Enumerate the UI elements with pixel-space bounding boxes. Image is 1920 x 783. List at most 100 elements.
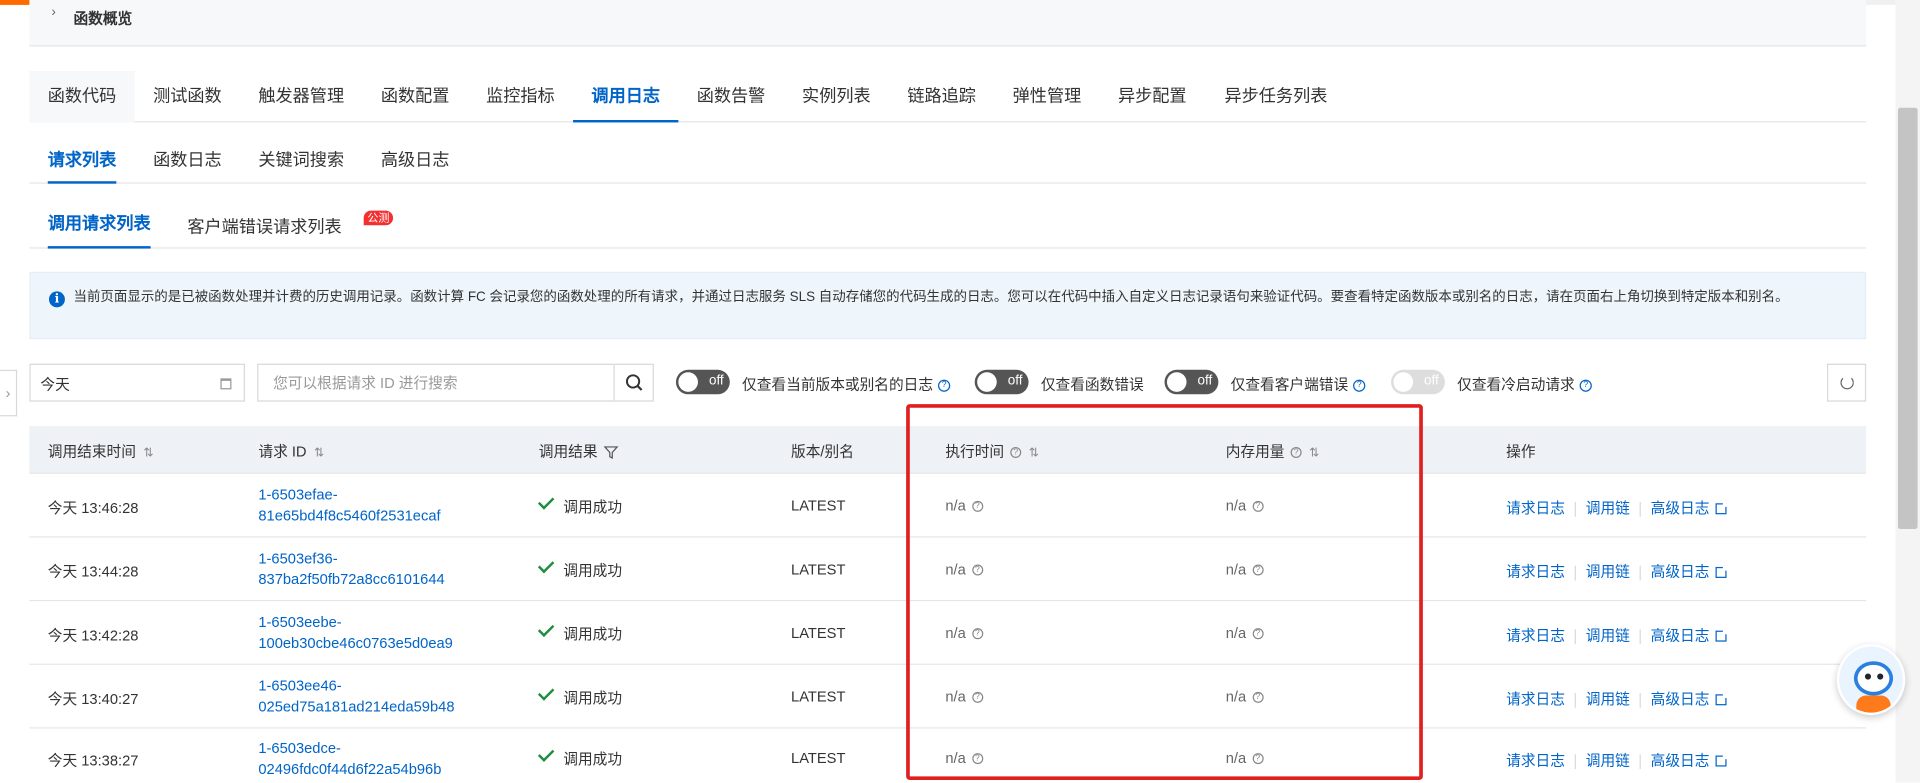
tab-invocation-logs[interactable]: 调用日志 [573, 71, 679, 123]
search-icon [625, 374, 643, 391]
header-result[interactable]: 调用结果 [539, 441, 619, 462]
toggle-function-errors-label: 仅查看函数错误 [1040, 375, 1144, 394]
info-notice: i 当前页面显示的是已被函数处理并计费的历史调用记录。函数计算 FC 会记录您的… [29, 271, 1867, 340]
call-chain-link[interactable]: 调用链 [1586, 563, 1630, 580]
tab-monitoring[interactable]: 监控指标 [468, 71, 573, 122]
call-chain-link[interactable]: 调用链 [1586, 500, 1630, 517]
tab-function-log[interactable]: 函数日志 [153, 135, 222, 184]
advanced-log-link[interactable]: 高级日志 [1651, 500, 1710, 517]
search-input[interactable] [258, 364, 615, 401]
row-actions: 请求日志 调用链 高级日志 [1506, 688, 1730, 709]
result-text: 调用成功 [563, 562, 623, 580]
refresh-icon [1840, 375, 1854, 390]
request-log-link[interactable]: 请求日志 [1506, 691, 1565, 708]
tab-advanced-log[interactable]: 高级日志 [381, 135, 450, 184]
scrollbar-thumb[interactable] [1897, 107, 1918, 529]
sort-icon: ⇅ [313, 446, 325, 461]
header-actions: 操作 [1506, 443, 1536, 461]
date-picker[interactable]: 今天 [29, 363, 245, 402]
advanced-log-link[interactable]: 高级日志 [1651, 752, 1710, 769]
tab-elastic-management[interactable]: 弹性管理 [994, 71, 1099, 122]
version-text: LATEST [791, 688, 846, 706]
tab-client-error-request-list[interactable]: 客户端错误请求列表 [187, 202, 341, 252]
request-id-link[interactable]: 1-6503edce- 02496fdc0f44d6f22a54b96b [258, 738, 441, 780]
check-icon [537, 493, 555, 510]
call-chain-link[interactable]: 调用链 [1586, 752, 1630, 769]
tab-function-config[interactable]: 函数配置 [362, 71, 467, 122]
info-icon: i [48, 291, 65, 308]
row-actions: 请求日志 调用链 高级日志 [1506, 561, 1730, 582]
function-overview-panel[interactable]: › 函数概览 [29, 0, 1867, 47]
row-actions: 请求日志 调用链 高级日志 [1506, 749, 1730, 770]
help-icon[interactable]: ? [1579, 379, 1592, 392]
tab-invocation-request-list[interactable]: 调用请求列表 [47, 198, 151, 249]
highlight-box [906, 404, 1423, 781]
toggle-client-errors-label: 仅查看客户端错误? [1231, 373, 1366, 394]
external-link-icon [1715, 753, 1730, 767]
tab-test-function[interactable]: 测试函数 [135, 71, 240, 122]
tab-function-alerts[interactable]: 函数告警 [678, 71, 783, 122]
header-end-time[interactable]: 调用结束时间 ⇅ [48, 441, 154, 462]
external-link-icon [1715, 628, 1730, 643]
tab-function-code[interactable]: 函数代码 [29, 71, 135, 123]
calendar-icon [220, 378, 232, 390]
request-tabs: 调用请求列表 客户端错误请求列表 公测 [29, 198, 1867, 249]
toggle-function-errors[interactable]: off [974, 369, 1029, 395]
assistant-bot-icon[interactable] [1836, 644, 1906, 716]
check-icon [537, 556, 555, 574]
end-time: 今天 13:44:28 [47, 563, 139, 581]
header-version: 版本/别名 [791, 443, 854, 461]
call-chain-link[interactable]: 调用链 [1586, 627, 1630, 644]
request-log-link[interactable]: 请求日志 [1506, 627, 1565, 644]
function-tabs: 函数代码 测试函数 触发器管理 函数配置 监控指标 调用日志 函数告警 实例列表… [29, 71, 1867, 123]
external-link-icon [1715, 564, 1730, 579]
beta-badge: 公测 [363, 210, 394, 226]
tab-async-config[interactable]: 异步配置 [1100, 71, 1205, 122]
call-chain-link[interactable]: 调用链 [1586, 691, 1630, 708]
filter-icon[interactable] [603, 446, 619, 460]
date-value: 今天 [40, 375, 70, 394]
request-id-link[interactable]: 1-6503ee46- 025ed75a181ad214eda59b48 [258, 676, 454, 718]
request-id-link[interactable]: 1-6503ef36- 837ba2f50fb72a8cc6101644 [258, 549, 444, 591]
help-icon[interactable]: ? [1353, 379, 1366, 392]
check-icon [537, 620, 555, 638]
chevron-right-icon[interactable]: › [51, 5, 55, 20]
advanced-log-link[interactable]: 高级日志 [1651, 691, 1710, 708]
request-log-link[interactable]: 请求日志 [1506, 752, 1565, 769]
refresh-button[interactable] [1826, 363, 1867, 402]
sort-icon: ⇅ [143, 446, 154, 461]
external-link-icon [1715, 501, 1730, 515]
toggle-cold-start-label: 仅查看冷启动请求? [1457, 373, 1592, 394]
tab-keyword-search[interactable]: 关键词搜索 [258, 135, 344, 184]
version-text: LATEST [791, 497, 846, 515]
toggle-cold-start: off [1391, 369, 1445, 395]
end-time: 今天 13:40:27 [47, 690, 139, 708]
advanced-log-link[interactable]: 高级日志 [1651, 627, 1710, 644]
request-id-link[interactable]: 1-6503eebe- 100eb30cbe46c0763e5d0ea9 [258, 612, 452, 654]
end-time: 今天 13:42:28 [47, 626, 139, 645]
tab-request-list[interactable]: 请求列表 [47, 135, 117, 184]
result-text: 调用成功 [563, 750, 623, 768]
toggle-client-errors[interactable]: off [1164, 369, 1219, 395]
header-request-id[interactable]: 请求 ID ⇅ [258, 441, 324, 462]
request-id-link[interactable]: 1-6503efae- 81e65bd4f8c5460f2531ecaf [258, 485, 440, 527]
tab-async-task-list[interactable]: 异步任务列表 [1205, 71, 1347, 122]
advanced-log-link[interactable]: 高级日志 [1651, 563, 1710, 580]
search-button[interactable] [613, 364, 652, 401]
sidebar-expand-tab[interactable]: › [0, 369, 18, 417]
result-text: 调用成功 [563, 689, 623, 707]
request-log-link[interactable]: 请求日志 [1506, 500, 1565, 517]
notice-text: 当前页面显示的是已被函数处理并计费的历史调用记录。函数计算 FC 会记录您的函数… [73, 290, 1789, 305]
tab-instance-list[interactable]: 实例列表 [784, 71, 889, 122]
toggle-current-version[interactable]: off [675, 369, 730, 395]
request-log-link[interactable]: 请求日志 [1506, 563, 1565, 580]
overview-title: 函数概览 [73, 9, 133, 27]
row-actions: 请求日志 调用链 高级日志 [1506, 624, 1730, 645]
tab-trigger-management[interactable]: 触发器管理 [240, 71, 362, 122]
external-link-icon [1715, 692, 1730, 706]
tab-tracing[interactable]: 链路追踪 [889, 71, 994, 122]
help-icon[interactable]: ? [937, 379, 951, 392]
check-icon [537, 684, 555, 701]
request-id-search [257, 363, 654, 402]
row-actions: 请求日志 调用链 高级日志 [1506, 497, 1730, 518]
